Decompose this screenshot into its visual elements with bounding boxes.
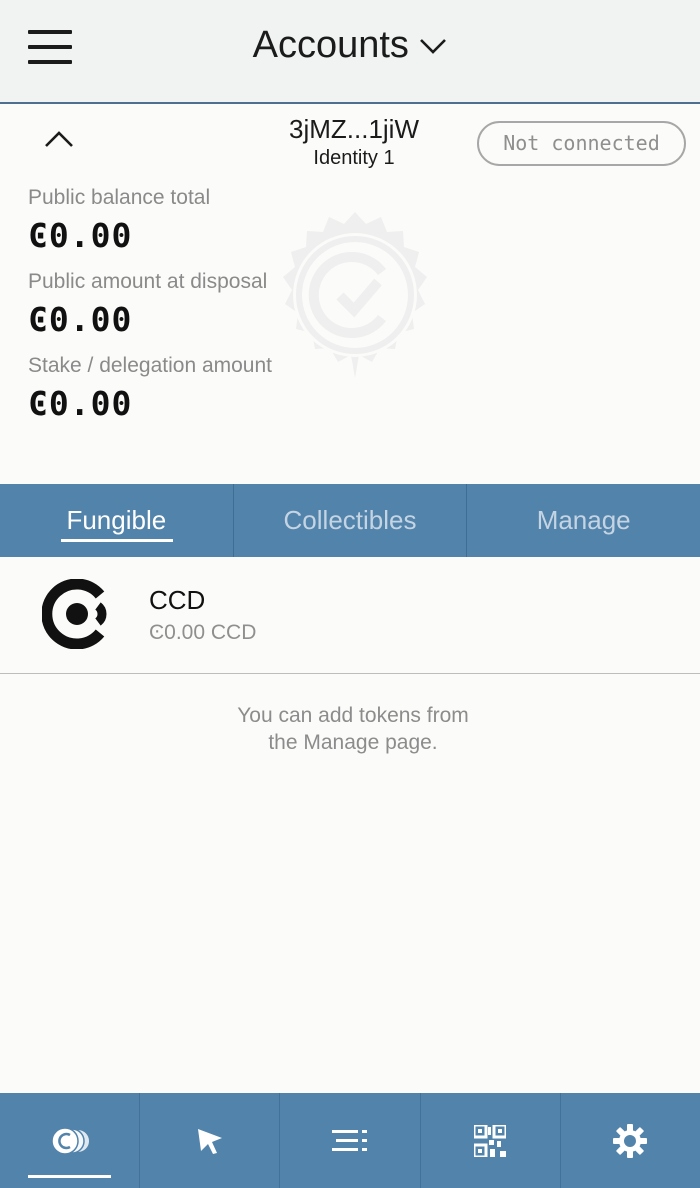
stake-delegation-label: Stake / delegation amount <box>28 354 273 377</box>
token-tabs: Fungible Collectibles Manage <box>0 484 700 557</box>
app-header: Accounts <box>0 0 700 104</box>
tab-manage[interactable]: Manage <box>467 484 700 557</box>
nav-receive-qr[interactable] <box>421 1093 561 1188</box>
public-balance-total-value: Ͼ0.00 <box>28 216 133 255</box>
account-identity: 3jMZ...1jiW Identity 1 <box>254 114 454 172</box>
settings-gear-icon <box>613 1123 648 1158</box>
tab-manage-label: Manage <box>536 505 631 535</box>
public-amount-disposal-value: Ͼ0.00 <box>28 300 133 339</box>
qr-code-icon <box>474 1124 507 1157</box>
token-name: CCD <box>149 585 206 615</box>
transaction-list-icon <box>332 1129 367 1151</box>
active-nav-underline <box>28 1175 112 1178</box>
public-balance-total-label: Public balance total <box>28 186 211 209</box>
verified-seal-icon <box>283 212 427 378</box>
tab-collectibles[interactable]: Collectibles <box>234 484 468 557</box>
chevron-down-icon <box>420 38 447 54</box>
nav-settings[interactable] <box>561 1093 700 1188</box>
identity-name: Identity 1 <box>313 147 395 169</box>
hint-line-2: the Manage page. <box>268 731 438 754</box>
tab-collectibles-label: Collectibles <box>283 505 417 535</box>
token-balance: Ͼ0.00 CCD <box>149 621 257 644</box>
token-list-item[interactable]: CCD Ͼ0.00 CCD <box>0 557 700 674</box>
page-title: Accounts <box>252 24 409 66</box>
nav-transactions[interactable] <box>280 1093 421 1188</box>
accounts-coins-icon <box>50 1126 89 1155</box>
tab-fungible-label: Fungible <box>66 505 167 535</box>
nav-send[interactable] <box>140 1093 281 1188</box>
account-address: 3jMZ...1jiW <box>289 114 419 144</box>
stake-delegation-value: Ͼ0.00 <box>28 384 133 423</box>
active-tab-underline <box>61 539 173 542</box>
accounts-dropdown[interactable]: Accounts <box>0 24 700 67</box>
connection-status-badge[interactable]: Not connected <box>477 121 686 166</box>
hint-line-1: You can add tokens from <box>237 704 469 727</box>
send-arrow-icon <box>197 1128 222 1154</box>
public-amount-disposal-label: Public amount at disposal <box>28 270 268 293</box>
ccd-logo-icon <box>42 579 107 649</box>
bottom-navigation <box>0 1093 700 1188</box>
chevron-up-icon[interactable] <box>42 126 76 154</box>
tab-fungible[interactable]: Fungible <box>0 484 234 557</box>
add-tokens-hint: You can add tokens from the Manage page. <box>150 702 556 756</box>
nav-accounts[interactable] <box>0 1093 141 1188</box>
